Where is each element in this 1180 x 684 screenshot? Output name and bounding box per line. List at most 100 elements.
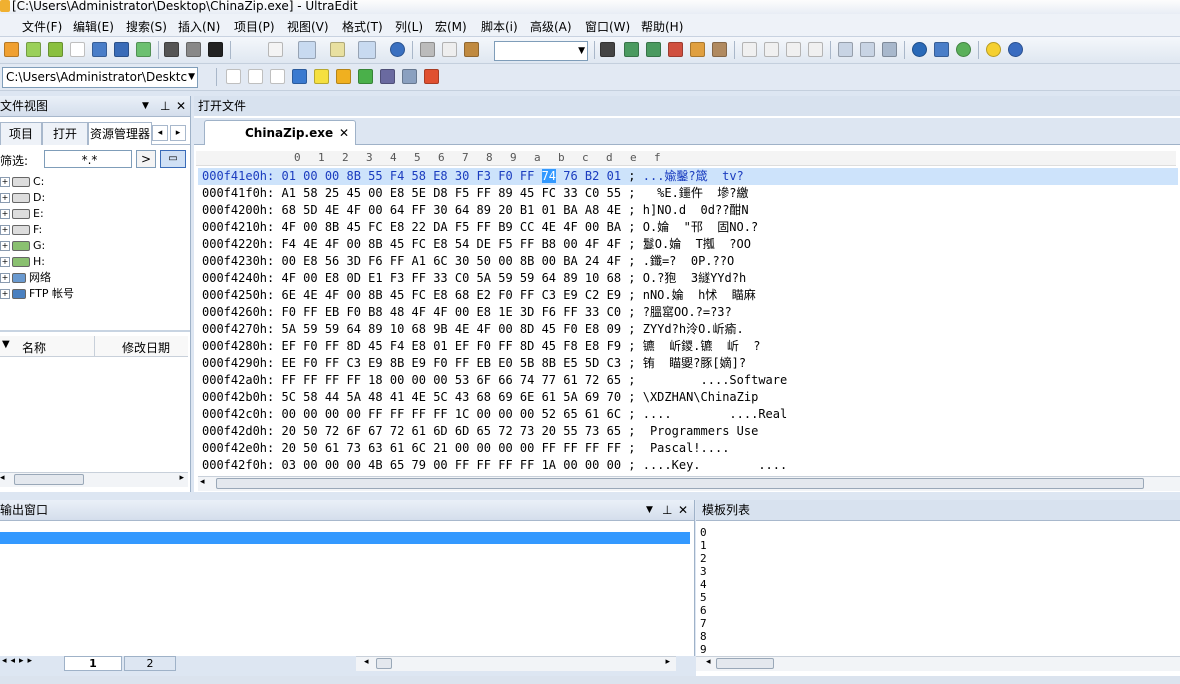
menu-search[interactable]: 搜索(S) xyxy=(126,18,167,35)
print-preview-icon[interactable] xyxy=(186,42,201,57)
close-icon[interactable]: ✕ xyxy=(678,500,688,520)
document-tab[interactable]: ChinaZip.exe ✕ xyxy=(204,120,356,145)
tab-scroll-right-icon[interactable]: ▸ xyxy=(170,125,186,141)
close-icon[interactable]: ✕ xyxy=(176,96,186,116)
menu-window[interactable]: 窗口(W) xyxy=(585,18,630,35)
hex-mode-icon[interactable] xyxy=(298,41,316,59)
tree-item-e[interactable]: + E: xyxy=(0,206,44,222)
open-file-icon[interactable] xyxy=(92,42,107,57)
back-arrow-icon[interactable] xyxy=(26,42,41,57)
refresh-icon[interactable] xyxy=(956,42,971,57)
justify-icon[interactable] xyxy=(808,42,823,57)
hex-bytes[interactable]: 4F 00 8B 45 FC E8 22 DA F5 FF B9 CC 4E 4… xyxy=(281,220,621,234)
line-number-icon[interactable] xyxy=(358,41,376,59)
output-tab-1[interactable]: 1 xyxy=(64,656,122,671)
pin-icon[interactable]: ⊥ xyxy=(160,96,170,116)
output-selected-line[interactable] xyxy=(0,532,690,544)
hex-ascii[interactable]: ....Key. .... xyxy=(643,458,788,472)
replace-in-files-icon[interactable] xyxy=(712,42,727,57)
copy-icon[interactable] xyxy=(442,42,457,57)
template-item[interactable]: 3 xyxy=(700,565,707,578)
tree-item-c[interactable]: + C: xyxy=(0,174,44,190)
pin-icon[interactable]: ⊥ xyxy=(662,500,672,520)
tab-nav-arrows-icon[interactable]: ◂◂▸▸ xyxy=(2,656,36,666)
find-in-files-icon[interactable] xyxy=(690,42,705,57)
tree-item-g[interactable]: + G: xyxy=(0,238,45,254)
window-list-icon[interactable] xyxy=(882,42,897,57)
editor-h-scrollbar[interactable]: ◂ xyxy=(198,476,1180,491)
forward-arrow-icon[interactable] xyxy=(48,42,63,57)
sort-icon[interactable]: ▼ xyxy=(2,339,10,350)
align-center-icon[interactable] xyxy=(764,42,779,57)
wikipedia-icon[interactable] xyxy=(270,69,285,84)
hex-ascii[interactable]: \XDZHAN\ChinaZip xyxy=(643,390,759,404)
chevron-down-icon[interactable]: ▼ xyxy=(188,68,195,86)
left-panel-h-scrollbar[interactable]: ◂ ▸ xyxy=(0,472,188,487)
hex-bytes[interactable]: 03 00 00 00 4B 65 79 00 FF FF FF FF 1A 0… xyxy=(281,458,621,472)
hex-bytes[interactable]: 68 5D 4E 4F 00 64 FF 30 64 89 20 B1 01 B… xyxy=(281,203,621,217)
hex-ascii[interactable]: ?膃窰OO.?=?3? xyxy=(643,305,732,319)
hex-bytes[interactable]: 5C 58 44 5A 48 41 4E 5C 43 68 69 6E 61 5… xyxy=(281,390,621,404)
hex-row[interactable]: 000f42f0h: 03 00 00 00 4B 65 79 00 FF FF… xyxy=(202,457,1102,474)
php-icon[interactable] xyxy=(380,69,395,84)
selected-byte[interactable]: 74 xyxy=(541,169,557,183)
print-icon[interactable] xyxy=(164,42,179,57)
tree-item-d[interactable]: + D: xyxy=(0,190,45,206)
hex-ascii[interactable]: .... ....Real xyxy=(643,407,788,421)
hex-row[interactable]: 000f41e0h: 01 00 00 8B 55 F4 58 E8 30 F3… xyxy=(198,168,1178,185)
hex-ascii[interactable]: Programmers Use xyxy=(643,424,758,438)
hex-row[interactable]: 000f41f0h: A1 58 25 45 00 E8 5E D8 F5 FF… xyxy=(202,185,1102,202)
dictionary-icon[interactable] xyxy=(314,69,329,84)
window-cascade-icon[interactable] xyxy=(838,42,853,57)
menu-view[interactable]: 视图(V) xyxy=(287,18,329,35)
window-tile-icon[interactable] xyxy=(860,42,875,57)
hex-row[interactable]: 000f4260h: F0 FF EB F0 B8 48 4F 4F 00 E8… xyxy=(202,304,1102,321)
hex-bytes[interactable]: FF FF FF FF 18 00 00 00 53 6F 66 74 77 6… xyxy=(281,373,621,387)
replace-icon[interactable] xyxy=(668,42,683,57)
menu-column[interactable]: 列(L) xyxy=(395,18,423,35)
align-right-icon[interactable] xyxy=(786,42,801,57)
hex-row[interactable]: 000f4220h: F4 4E 4F 00 8B 45 FC E8 54 DE… xyxy=(202,236,1102,253)
yahoo-search-icon[interactable] xyxy=(248,69,263,84)
tree-item-f[interactable]: + F: xyxy=(0,222,42,238)
hex-bytes[interactable]: 4F 00 E8 0D E1 F3 FF 33 C0 5A 59 59 64 8… xyxy=(281,271,621,285)
hex-row[interactable]: 000f4280h: EF F0 FF 8D 45 F4 E8 01 EF F0… xyxy=(202,338,1102,355)
save-all-icon[interactable] xyxy=(136,42,151,57)
hex-bytes[interactable]: 6E 4E 4F 00 8B 45 FC E8 68 E2 F0 FF C3 E… xyxy=(281,288,621,302)
column-modified-date[interactable]: 修改日期 xyxy=(122,339,170,356)
hex-ascii[interactable]: nNO.婨 h怵 瞄麻 xyxy=(643,288,756,302)
lightbulb-icon[interactable] xyxy=(986,42,1001,57)
hex-row[interactable]: 000f4270h: 5A 59 59 64 89 10 68 9B 4E 4F… xyxy=(202,321,1102,338)
hex-row[interactable]: 000f4290h: EE F0 FF C3 E9 8B E9 F0 FF EB… xyxy=(202,355,1102,372)
thesaurus-icon[interactable] xyxy=(336,69,351,84)
hex-row[interactable]: 000f42c0h: 00 00 00 00 FF FF FF FF 1C 00… xyxy=(202,406,1102,423)
menu-project[interactable]: 项目(P) xyxy=(234,18,275,35)
hex-ascii[interactable]: %E.鑩仵 墋?繳 xyxy=(643,186,748,200)
filter-go-button[interactable]: > xyxy=(136,150,156,168)
clipboard-combo[interactable]: ▼ xyxy=(494,41,588,61)
template-h-scrollbar[interactable]: ◂ xyxy=(696,656,1180,671)
hex-ascii[interactable]: ....Software xyxy=(643,373,788,387)
new-file-icon[interactable] xyxy=(4,42,19,57)
template-item[interactable]: 7 xyxy=(700,617,707,630)
template-item[interactable]: 6 xyxy=(700,604,707,617)
web-browser-icon[interactable] xyxy=(390,42,405,57)
globe-icon[interactable] xyxy=(912,42,927,57)
template-item[interactable]: 5 xyxy=(700,591,707,604)
hex-bytes[interactable]: F0 FF EB F0 B8 48 4F 4F 00 E8 1E 3D F6 F… xyxy=(281,305,621,319)
hex-bytes[interactable]: F4 4E 4F 00 8B 45 FC E8 54 DE F5 FF B8 0… xyxy=(281,237,621,251)
paste-icon[interactable] xyxy=(464,42,479,57)
hex-row[interactable]: 000f4230h: 00 E8 56 3D F6 FF A1 6C 30 50… xyxy=(202,253,1102,270)
blank-document-icon[interactable] xyxy=(70,42,85,57)
hex-bytes[interactable]: 00 00 00 00 FF FF FF FF 1C 00 00 00 52 6… xyxy=(281,407,621,421)
tab-explorer[interactable]: 资源管理器 xyxy=(88,122,152,145)
tree-item-h[interactable]: + H: xyxy=(0,254,45,270)
hex-bytes[interactable]: 20 50 61 73 63 61 6C 21 00 00 00 00 FF F… xyxy=(281,441,621,455)
find-prev-icon[interactable] xyxy=(646,42,661,57)
path-combo[interactable]: C:\Users\Administrator\Desktc ▼ xyxy=(2,67,198,88)
hex-row[interactable]: 000f42e0h: 20 50 61 73 63 61 6C 21 00 00… xyxy=(202,440,1102,457)
template-item[interactable]: 2 xyxy=(700,552,707,565)
hex-ascii[interactable]: 铕 瞄夓?豚[嫡]? xyxy=(643,356,746,370)
menu-macro[interactable]: 宏(M) xyxy=(435,18,467,35)
menu-edit[interactable]: 编辑(E) xyxy=(73,18,114,35)
